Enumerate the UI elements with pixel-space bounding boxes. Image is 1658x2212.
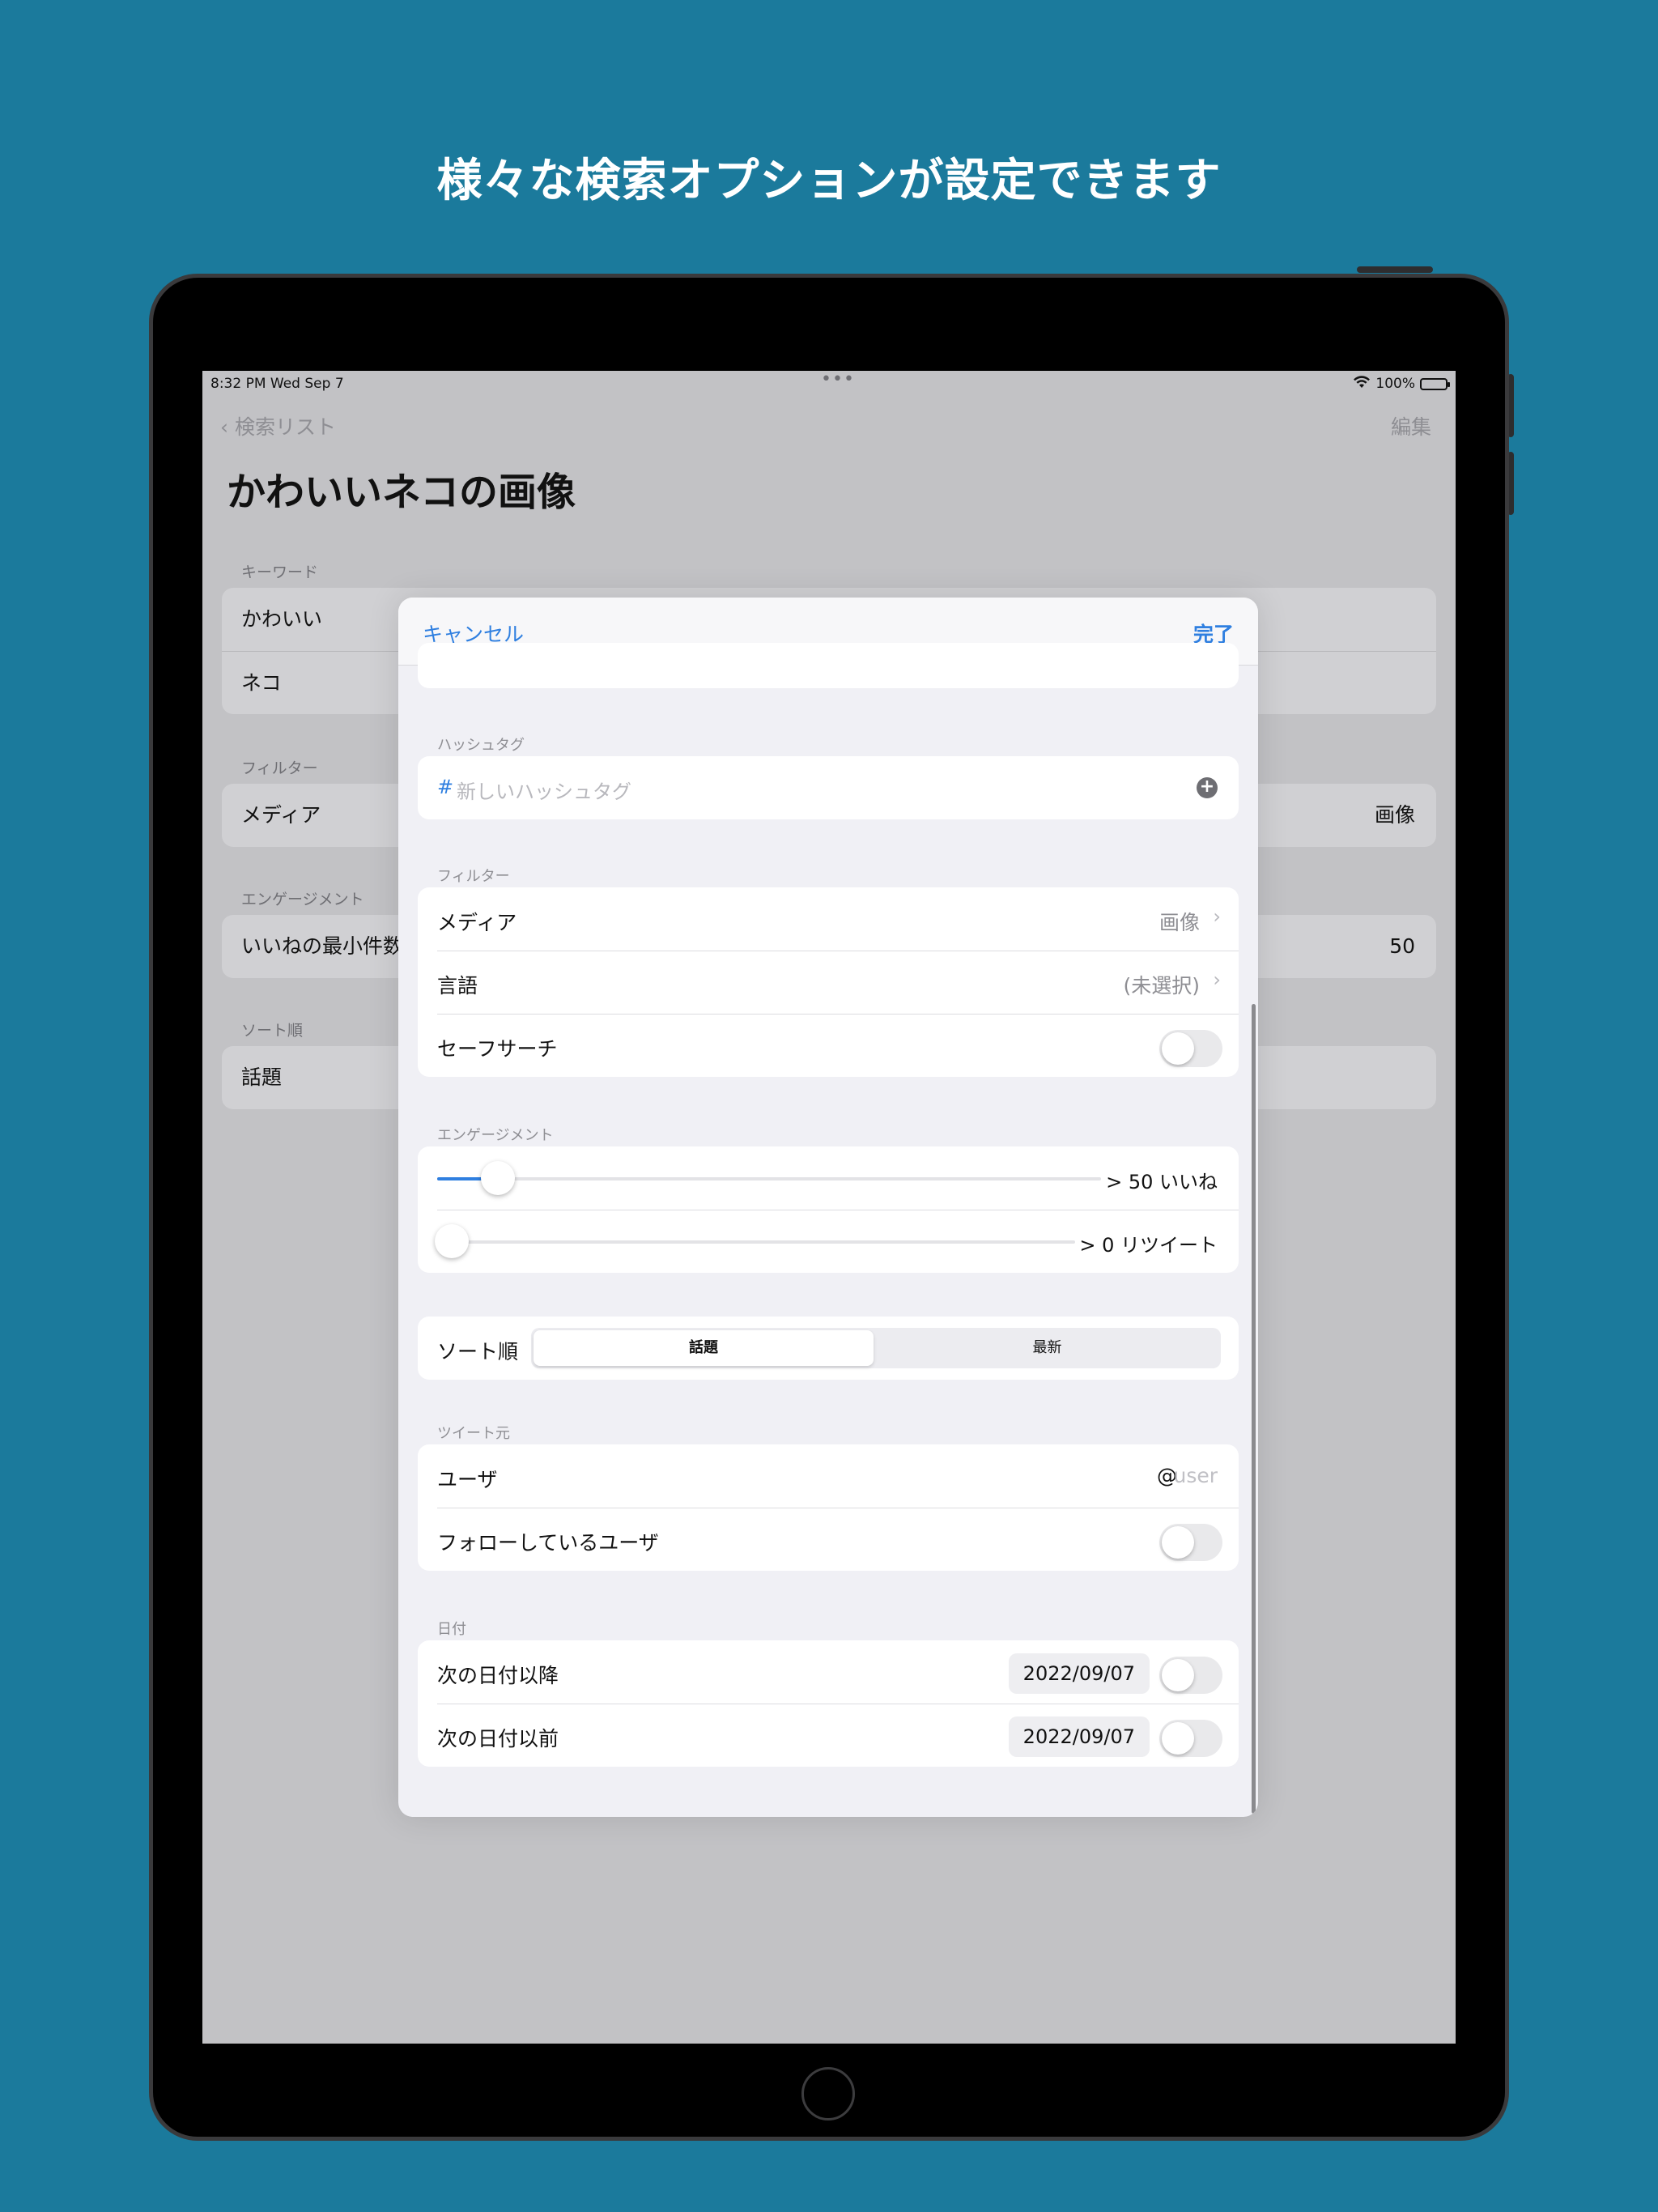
- retweets-slider-thumb[interactable]: [435, 1224, 469, 1258]
- user-input[interactable]: user: [1173, 1464, 1218, 1487]
- sort-option-latest[interactable]: 最新: [876, 1330, 1218, 1366]
- multitasking-dots-icon[interactable]: •••: [821, 371, 855, 389]
- search-options-sheet: キャンセル 完了 ハッシュタグ # 新しいハッシュタグ + フィルター メディア…: [398, 598, 1258, 1817]
- since-date-picker[interactable]: 2022/09/07: [1008, 1653, 1150, 1694]
- user-row[interactable]: ユーザ @ user: [418, 1444, 1239, 1508]
- min-likes-label: いいねの最小件数: [241, 934, 404, 958]
- engagement-group: > 50 いいね > 0 リツイート: [418, 1146, 1239, 1273]
- min-likes-value: 50: [1389, 934, 1415, 958]
- safesearch-toggle[interactable]: [1159, 1030, 1222, 1067]
- hashtag-group: # 新しいハッシュタグ +: [418, 756, 1239, 819]
- back-label: 検索リスト: [234, 415, 336, 439]
- back-button[interactable]: ‹ 検索リスト: [220, 411, 336, 440]
- hash-icon: #: [437, 776, 454, 798]
- chevron-right-icon: ›: [1213, 968, 1221, 991]
- language-row[interactable]: 言語 (未選択) ›: [418, 951, 1239, 1014]
- hashtag-input-row[interactable]: # 新しいハッシュタグ +: [418, 756, 1239, 819]
- safesearch-row: セーフサーチ: [418, 1014, 1239, 1077]
- status-time: 8:32 PM Wed Sep 7: [210, 376, 344, 392]
- wifi-icon: [1353, 376, 1371, 392]
- section-header-engagement: エンゲージメント: [437, 1127, 554, 1144]
- sort-segmented-control: 話題 最新: [531, 1328, 1221, 1368]
- keyword-label: かわいい: [241, 607, 323, 631]
- keyword-label: ネコ: [241, 671, 282, 695]
- retweets-slider-label: > 0 リツイート: [1079, 1234, 1218, 1257]
- since-date-label: 次の日付以降: [437, 1664, 559, 1687]
- since-date-row: 次の日付以降 2022/09/07: [418, 1640, 1239, 1704]
- following-label: フォローしているユーザ: [437, 1531, 659, 1555]
- section-header-filter: フィルター: [437, 868, 510, 885]
- likes-slider[interactable]: [437, 1177, 1101, 1180]
- home-button[interactable]: [801, 2067, 855, 2121]
- media-label: メディア: [241, 803, 321, 827]
- scrolled-group-bottom: [418, 643, 1239, 688]
- date-group: 次の日付以降 2022/09/07 次の日付以前 2022/09/07: [418, 1640, 1239, 1767]
- battery-percent: 100%: [1375, 376, 1415, 392]
- device-top-button: [1357, 266, 1433, 273]
- likes-slider-fill: [437, 1177, 486, 1180]
- chevron-left-icon: ‹: [220, 415, 228, 439]
- until-date-row: 次の日付以前 2022/09/07: [418, 1704, 1239, 1767]
- status-bar: 8:32 PM Wed Sep 7 ••• 100%: [210, 371, 1450, 397]
- retweets-slider[interactable]: [437, 1240, 1075, 1244]
- until-date-label: 次の日付以前: [437, 1727, 559, 1750]
- scrollbar[interactable]: [1252, 1004, 1256, 1814]
- likes-slider-row: > 50 いいね: [418, 1146, 1239, 1210]
- likes-slider-label: > 50 いいね: [1106, 1171, 1218, 1193]
- following-row: フォローしているユーザ: [418, 1508, 1239, 1571]
- user-label: ユーザ: [437, 1468, 498, 1491]
- since-date-toggle[interactable]: [1159, 1657, 1222, 1694]
- chevron-right-icon: ›: [1213, 905, 1221, 928]
- source-group: ユーザ @ user フォローしているユーザ: [418, 1444, 1239, 1571]
- section-header-source: ツイート元: [437, 1425, 510, 1442]
- filter-group: メディア 画像 › 言語 (未選択) › セーフサーチ: [418, 887, 1239, 1077]
- sort-option-trending[interactable]: 話題: [534, 1330, 874, 1366]
- language-value: (未選択): [1123, 974, 1200, 998]
- language-label: 言語: [437, 974, 478, 998]
- until-date-toggle[interactable]: [1159, 1720, 1222, 1757]
- edit-button[interactable]: 編集: [1391, 411, 1431, 440]
- section-header-date: 日付: [437, 1621, 466, 1638]
- section-header-keyword: キーワード: [241, 564, 319, 581]
- media-value: 画像: [1158, 911, 1200, 934]
- device-screen: 8:32 PM Wed Sep 7 ••• 100% ‹ 検索リスト 編集 かわ…: [202, 371, 1456, 2044]
- sort-group: ソート順 話題 最新: [418, 1317, 1239, 1380]
- hashtag-input[interactable]: 新しいハッシュタグ: [457, 776, 631, 804]
- media-value: 画像: [1374, 803, 1415, 827]
- sort-row: ソート順 話題 最新: [418, 1317, 1239, 1380]
- retweets-slider-row: > 0 リツイート: [418, 1210, 1239, 1273]
- media-label: メディア: [437, 911, 517, 934]
- safesearch-label: セーフサーチ: [437, 1037, 558, 1061]
- section-header-engagement: エンゲージメント: [241, 891, 364, 908]
- battery-icon: [1420, 377, 1450, 390]
- page-title: かわいいネコの画像: [227, 470, 576, 515]
- media-row[interactable]: メディア 画像 ›: [418, 887, 1239, 951]
- section-header-hashtag: ハッシュタグ: [437, 737, 525, 754]
- following-toggle[interactable]: [1159, 1524, 1222, 1561]
- plus-circle-icon[interactable]: +: [1197, 777, 1218, 798]
- section-header-sort: ソート順: [241, 1022, 304, 1040]
- sort-label: ソート順: [437, 1340, 519, 1363]
- sort-label: 話題: [241, 1066, 283, 1089]
- section-header-filter: フィルター: [241, 759, 318, 777]
- promo-headline: 様々な検索オプションが設定できます: [436, 155, 1222, 207]
- until-date-picker[interactable]: 2022/09/07: [1008, 1716, 1150, 1757]
- likes-slider-thumb[interactable]: [481, 1161, 516, 1195]
